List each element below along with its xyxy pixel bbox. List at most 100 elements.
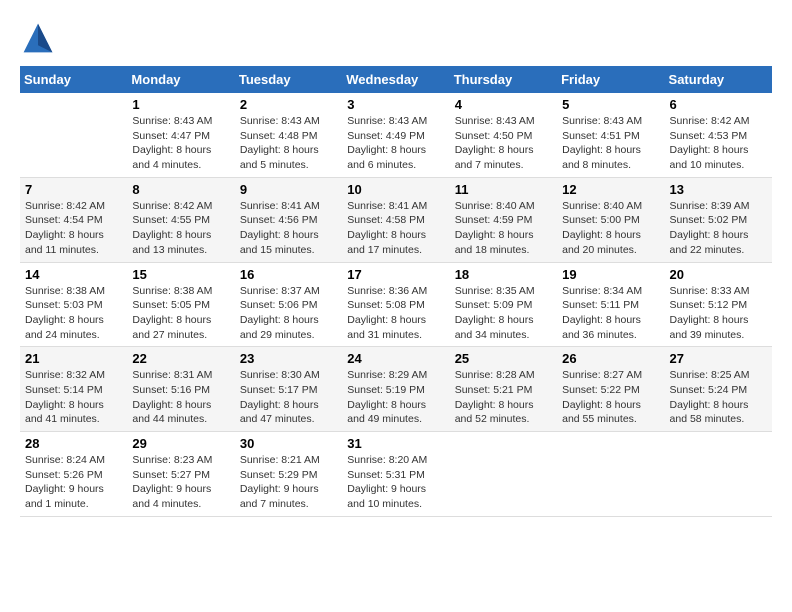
day-info: Sunrise: 8:43 AMSunset: 4:47 PMDaylight:… xyxy=(132,114,229,173)
day-number: 21 xyxy=(25,351,122,366)
day-info: Sunrise: 8:42 AMSunset: 4:54 PMDaylight:… xyxy=(25,199,122,258)
day-info: Sunrise: 8:41 AMSunset: 4:58 PMDaylight:… xyxy=(347,199,444,258)
header-row: SundayMondayTuesdayWednesdayThursdayFrid… xyxy=(20,66,772,93)
day-number: 11 xyxy=(455,182,552,197)
day-cell: 11 Sunrise: 8:40 AMSunset: 4:59 PMDayligh… xyxy=(450,177,557,262)
logo-icon xyxy=(20,20,56,56)
header-cell-thursday: Thursday xyxy=(450,66,557,93)
day-cell: 29Sunrise: 8:23 AMSunset: 5:27 PMDayligh… xyxy=(127,432,234,517)
day-info: Sunrise: 8:37 AMSunset: 5:06 PMDaylight:… xyxy=(240,284,337,343)
day-cell: 19Sunrise: 8:34 AMSunset: 5:11 PMDayligh… xyxy=(557,262,664,347)
week-row-4: 21 Sunrise: 8:32 AMSunset: 5:14 PMDayligh… xyxy=(20,347,772,432)
day-info: Sunrise: 8:21 AMSunset: 5:29 PMDaylight:… xyxy=(240,453,337,512)
day-number: 12 xyxy=(562,182,659,197)
week-row-1: 1 Sunrise: 8:43 AMSunset: 4:47 PMDaylight… xyxy=(20,93,772,177)
page-header xyxy=(20,20,772,56)
week-row-2: 7 Sunrise: 8:42 AMSunset: 4:54 PMDaylight… xyxy=(20,177,772,262)
day-number: 30 xyxy=(240,436,337,451)
day-number: 17 xyxy=(347,267,444,282)
week-row-3: 14 Sunrise: 8:38 AMSunset: 5:03 PMDayligh… xyxy=(20,262,772,347)
day-info: Sunrise: 8:28 AMSunset: 5:21 PMDaylight:… xyxy=(455,368,552,427)
day-info: Sunrise: 8:43 AMSunset: 4:51 PMDaylight:… xyxy=(562,114,659,173)
day-number: 6 xyxy=(670,97,767,112)
day-number: 4 xyxy=(455,97,552,112)
day-cell: 3Sunrise: 8:43 AMSunset: 4:49 PMDaylight… xyxy=(342,93,449,177)
day-cell: 14 Sunrise: 8:38 AMSunset: 5:03 PMDayligh… xyxy=(20,262,127,347)
day-info: Sunrise: 8:35 AMSunset: 5:09 PMDaylight:… xyxy=(455,284,552,343)
day-info: Sunrise: 8:36 AMSunset: 5:08 PMDaylight:… xyxy=(347,284,444,343)
day-cell xyxy=(450,432,557,517)
day-cell: 9 Sunrise: 8:41 AMSunset: 4:56 PMDaylight… xyxy=(235,177,342,262)
day-cell: 17 Sunrise: 8:36 AMSunset: 5:08 PMDayligh… xyxy=(342,262,449,347)
day-number: 9 xyxy=(240,182,337,197)
day-cell: 26 Sunrise: 8:27 AMSunset: 5:22 PMDayligh… xyxy=(557,347,664,432)
day-info: Sunrise: 8:42 AMSunset: 4:53 PMDaylight:… xyxy=(670,114,767,173)
day-number: 20 xyxy=(670,267,767,282)
day-cell: 28 Sunrise: 8:24 AMSunset: 5:26 PMDayligh… xyxy=(20,432,127,517)
day-number: 31 xyxy=(347,436,444,451)
day-cell: 2 Sunrise: 8:43 AMSunset: 4:48 PMDaylight… xyxy=(235,93,342,177)
day-cell xyxy=(557,432,664,517)
day-info: Sunrise: 8:38 AMSunset: 5:03 PMDaylight:… xyxy=(25,284,122,343)
day-number: 5 xyxy=(562,97,659,112)
day-number: 7 xyxy=(25,182,122,197)
header-cell-wednesday: Wednesday xyxy=(342,66,449,93)
day-number: 24 xyxy=(347,351,444,366)
day-cell: 7 Sunrise: 8:42 AMSunset: 4:54 PMDaylight… xyxy=(20,177,127,262)
day-cell: 27Sunrise: 8:25 AMSunset: 5:24 PMDayligh… xyxy=(665,347,772,432)
day-cell: 31 Sunrise: 8:20 AMSunset: 5:31 PMDayligh… xyxy=(342,432,449,517)
day-number: 26 xyxy=(562,351,659,366)
day-number: 8 xyxy=(132,182,229,197)
week-row-5: 28 Sunrise: 8:24 AMSunset: 5:26 PMDayligh… xyxy=(20,432,772,517)
day-info: Sunrise: 8:24 AMSunset: 5:26 PMDaylight:… xyxy=(25,453,122,512)
day-number: 14 xyxy=(25,267,122,282)
day-number: 2 xyxy=(240,97,337,112)
day-info: Sunrise: 8:42 AMSunset: 4:55 PMDaylight:… xyxy=(132,199,229,258)
day-cell: 25 Sunrise: 8:28 AMSunset: 5:21 PMDayligh… xyxy=(450,347,557,432)
day-cell: 24 Sunrise: 8:29 AMSunset: 5:19 PMDayligh… xyxy=(342,347,449,432)
day-info: Sunrise: 8:38 AMSunset: 5:05 PMDaylight:… xyxy=(132,284,229,343)
day-cell: 5 Sunrise: 8:43 AMSunset: 4:51 PMDaylight… xyxy=(557,93,664,177)
page-container: SundayMondayTuesdayWednesdayThursdayFrid… xyxy=(20,20,772,517)
header-cell-sunday: Sunday xyxy=(20,66,127,93)
day-info: Sunrise: 8:29 AMSunset: 5:19 PMDaylight:… xyxy=(347,368,444,427)
day-info: Sunrise: 8:30 AMSunset: 5:17 PMDaylight:… xyxy=(240,368,337,427)
day-number: 13 xyxy=(670,182,767,197)
header-cell-monday: Monday xyxy=(127,66,234,93)
day-number: 25 xyxy=(455,351,552,366)
day-info: Sunrise: 8:32 AMSunset: 5:14 PMDaylight:… xyxy=(25,368,122,427)
day-cell: 23Sunrise: 8:30 AMSunset: 5:17 PMDayligh… xyxy=(235,347,342,432)
day-number: 22 xyxy=(132,351,229,366)
header-cell-tuesday: Tuesday xyxy=(235,66,342,93)
day-cell: 8 Sunrise: 8:42 AMSunset: 4:55 PMDaylight… xyxy=(127,177,234,262)
day-cell: 20 Sunrise: 8:33 AMSunset: 5:12 PMDayligh… xyxy=(665,262,772,347)
day-info: Sunrise: 8:31 AMSunset: 5:16 PMDaylight:… xyxy=(132,368,229,427)
day-number: 28 xyxy=(25,436,122,451)
day-info: Sunrise: 8:43 AMSunset: 4:48 PMDaylight:… xyxy=(240,114,337,173)
day-number: 10 xyxy=(347,182,444,197)
day-info: Sunrise: 8:20 AMSunset: 5:31 PMDaylight:… xyxy=(347,453,444,512)
day-info: Sunrise: 8:43 AMSunset: 4:49 PMDaylight:… xyxy=(347,114,444,173)
day-cell: 15Sunrise: 8:38 AMSunset: 5:05 PMDayligh… xyxy=(127,262,234,347)
day-cell: 13 Sunrise: 8:39 AMSunset: 5:02 PMDayligh… xyxy=(665,177,772,262)
day-number: 27 xyxy=(670,351,767,366)
day-info: Sunrise: 8:43 AMSunset: 4:50 PMDaylight:… xyxy=(455,114,552,173)
day-info: Sunrise: 8:40 AMSunset: 5:00 PMDaylight:… xyxy=(562,199,659,258)
day-info: Sunrise: 8:33 AMSunset: 5:12 PMDaylight:… xyxy=(670,284,767,343)
day-cell: 18Sunrise: 8:35 AMSunset: 5:09 PMDayligh… xyxy=(450,262,557,347)
day-cell: 1 Sunrise: 8:43 AMSunset: 4:47 PMDaylight… xyxy=(127,93,234,177)
day-cell: 30 Sunrise: 8:21 AMSunset: 5:29 PMDayligh… xyxy=(235,432,342,517)
day-number: 1 xyxy=(132,97,229,112)
day-info: Sunrise: 8:40 AMSunset: 4:59 PMDaylight:… xyxy=(455,199,552,258)
day-cell: 22 Sunrise: 8:31 AMSunset: 5:16 PMDayligh… xyxy=(127,347,234,432)
header-cell-friday: Friday xyxy=(557,66,664,93)
day-cell: 16 Sunrise: 8:37 AMSunset: 5:06 PMDayligh… xyxy=(235,262,342,347)
day-cell: 10 Sunrise: 8:41 AMSunset: 4:58 PMDayligh… xyxy=(342,177,449,262)
day-info: Sunrise: 8:27 AMSunset: 5:22 PMDaylight:… xyxy=(562,368,659,427)
day-number: 19 xyxy=(562,267,659,282)
day-number: 16 xyxy=(240,267,337,282)
day-info: Sunrise: 8:41 AMSunset: 4:56 PMDaylight:… xyxy=(240,199,337,258)
day-cell: 21 Sunrise: 8:32 AMSunset: 5:14 PMDayligh… xyxy=(20,347,127,432)
logo xyxy=(20,20,60,56)
day-info: Sunrise: 8:39 AMSunset: 5:02 PMDaylight:… xyxy=(670,199,767,258)
